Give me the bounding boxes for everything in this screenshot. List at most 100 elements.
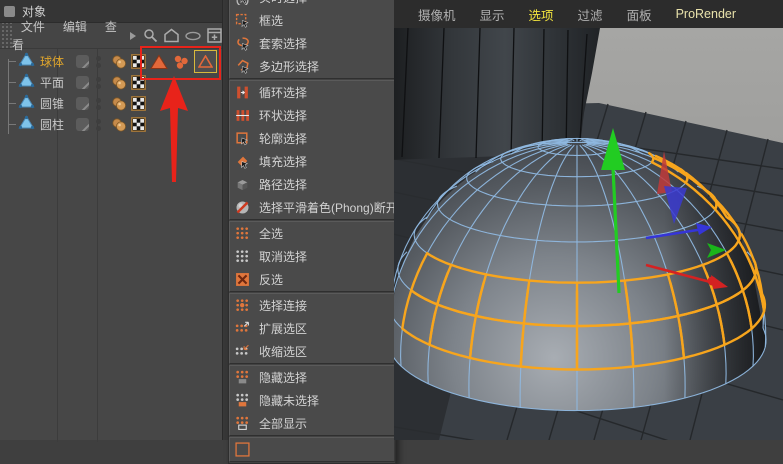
- layer-box-icon[interactable]: [76, 76, 89, 89]
- phong-break-selection-icon: [236, 201, 249, 214]
- grow-selection-icon: [235, 321, 249, 332]
- visibility-toggles[interactable]: [76, 97, 101, 110]
- visibility-toggles[interactable]: [76, 76, 101, 89]
- menu-item-outline-selection[interactable]: 轮廓选择: [230, 127, 394, 150]
- edge-selection-tag-icon: [198, 55, 213, 68]
- viewport-3d-scene[interactable]: [394, 28, 783, 440]
- object-name[interactable]: 圆锥: [40, 95, 74, 112]
- render-visibility-dot[interactable]: [96, 83, 101, 89]
- unhide-all-icon: [236, 416, 249, 430]
- render-visibility-dot[interactable]: [96, 125, 101, 131]
- phong-tag-icon[interactable]: [111, 96, 127, 111]
- tag-cell[interactable]: [111, 50, 217, 73]
- viewport-menu-2[interactable]: 选项: [517, 5, 566, 24]
- panel-menu-0[interactable]: 文件: [12, 20, 54, 34]
- panel-menubar: 文件 编辑 查看: [0, 20, 222, 52]
- menu-item-grow-selection[interactable]: 扩展选区: [230, 317, 394, 340]
- menu-item-partial-item[interactable]: [230, 438, 394, 461]
- menu-group-4: 隐藏选择 隐藏未选择 全部显示: [229, 365, 395, 436]
- viewport-panel: 摄像机 显示 选项 过滤 面板 ProRender: [394, 0, 783, 440]
- object-name[interactable]: 圆柱: [40, 116, 74, 133]
- uvw-tag-icon[interactable]: [131, 117, 146, 132]
- polygon-selection-tag-icon[interactable]: [150, 54, 168, 70]
- partial-item-icon: [235, 442, 250, 457]
- menu-grip-icon[interactable]: [0, 23, 12, 48]
- tag-cell[interactable]: [111, 117, 146, 132]
- tag-cell[interactable]: [111, 75, 146, 90]
- viewport-menu-1[interactable]: 显示: [468, 5, 517, 24]
- phong-tag-icon[interactable]: [111, 54, 127, 69]
- live-selection-icon: [236, 0, 249, 7]
- layer-box-icon[interactable]: [76, 118, 89, 131]
- active-selection-tag[interactable]: [194, 50, 217, 73]
- fill-selection-icon: [237, 156, 249, 169]
- layer-box-icon[interactable]: [76, 97, 89, 110]
- rectangle-selection-icon: [235, 13, 249, 28]
- object-name[interactable]: 球体: [40, 53, 74, 70]
- editor-visibility-dot[interactable]: [96, 55, 101, 61]
- menu-item-rectangle-selection[interactable]: 框选: [230, 9, 394, 32]
- viewport-canvas[interactable]: [394, 28, 783, 440]
- polygon-object-icon: [18, 73, 35, 93]
- visibility-toggles[interactable]: [76, 55, 101, 68]
- phong-tag-icon[interactable]: [111, 75, 127, 90]
- add-panel-icon[interactable]: [207, 28, 222, 43]
- menu-item-deselect-all[interactable]: 取消选择: [230, 245, 394, 268]
- eye-icon[interactable]: [185, 31, 201, 41]
- object-row-1[interactable]: 平面: [0, 72, 222, 93]
- editor-visibility-dot[interactable]: [96, 76, 101, 82]
- hide-selected-icon: [236, 370, 249, 384]
- viewport-menu-0[interactable]: 摄像机: [406, 5, 468, 24]
- menu-item-hide-selected[interactable]: 隐藏选择: [230, 366, 394, 389]
- search-icon[interactable]: [143, 28, 158, 43]
- viewport-menu-5[interactable]: ProRender: [664, 7, 748, 21]
- menu-item-lasso-selection[interactable]: 套索选择: [230, 32, 394, 55]
- menu-item-phong-break-selection[interactable]: 选择平滑着色(Phong)断开: [230, 196, 398, 219]
- menu-item-invert-selection[interactable]: 反选: [230, 268, 394, 291]
- selection-context-menu: 实时选择框选套索选择多边形选择循环选择环状选择轮廓选择填充选择路径选择选择平滑着…: [228, 0, 398, 464]
- point-selection-tag-icon[interactable]: [172, 54, 190, 70]
- menu-item-hide-unselected[interactable]: 隐藏未选择: [230, 389, 394, 412]
- uvw-tag-icon[interactable]: [131, 54, 146, 69]
- tag-cell[interactable]: [111, 96, 146, 111]
- deselect-all-icon: [236, 250, 249, 263]
- polygon-object-icon: [18, 94, 35, 114]
- menu-item-select-all[interactable]: 全选: [230, 222, 394, 245]
- render-visibility-dot[interactable]: [96, 104, 101, 110]
- panel-menu-1[interactable]: 编辑: [54, 20, 96, 34]
- select-all-icon: [236, 227, 249, 240]
- object-list: 球体 平面 圆锥 圆柱: [0, 49, 222, 442]
- viewport-menu-3[interactable]: 过滤: [566, 5, 615, 24]
- visibility-toggles[interactable]: [76, 118, 101, 131]
- expand-arrow-icon[interactable]: [129, 31, 137, 41]
- uvw-tag-icon[interactable]: [131, 96, 146, 111]
- hide-unselected-icon: [236, 393, 249, 407]
- menu-item-loop-selection[interactable]: 循环选择: [230, 81, 394, 104]
- select-connected-icon: [236, 299, 249, 312]
- uvw-tag-icon[interactable]: [131, 75, 146, 90]
- menu-group-5: [229, 437, 395, 462]
- viewport-menubar: 摄像机 显示 选项 过滤 面板 ProRender: [394, 0, 783, 28]
- menu-item-ring-selection[interactable]: 环状选择: [230, 104, 394, 127]
- phong-tag-icon[interactable]: [111, 117, 127, 132]
- menu-item-unhide-all[interactable]: 全部显示: [230, 412, 394, 435]
- render-visibility-dot[interactable]: [96, 62, 101, 68]
- object-row-3[interactable]: 圆柱: [0, 114, 222, 135]
- editor-visibility-dot[interactable]: [96, 97, 101, 103]
- loop-selection-icon: [237, 86, 248, 99]
- viewport-menu-4[interactable]: 面板: [615, 5, 664, 24]
- menu-item-path-selection[interactable]: 路径选择: [230, 173, 394, 196]
- home-icon[interactable]: [164, 28, 179, 43]
- object-row-2[interactable]: 圆锥: [0, 93, 222, 114]
- menu-item-polygon-selection[interactable]: 多边形选择: [230, 55, 394, 78]
- object-name[interactable]: 平面: [40, 74, 74, 91]
- menu-item-fill-selection[interactable]: 填充选择: [230, 150, 394, 173]
- menu-item-live-selection[interactable]: 实时选择: [230, 0, 394, 9]
- object-row-0[interactable]: 球体: [0, 50, 222, 73]
- path-selection-icon: [237, 180, 248, 191]
- editor-visibility-dot[interactable]: [96, 118, 101, 124]
- menu-item-shrink-selection[interactable]: 收缩选区: [230, 340, 394, 363]
- ring-selection-icon: [236, 110, 250, 121]
- menu-item-select-connected[interactable]: 选择连接: [230, 294, 394, 317]
- layer-box-icon[interactable]: [76, 55, 89, 68]
